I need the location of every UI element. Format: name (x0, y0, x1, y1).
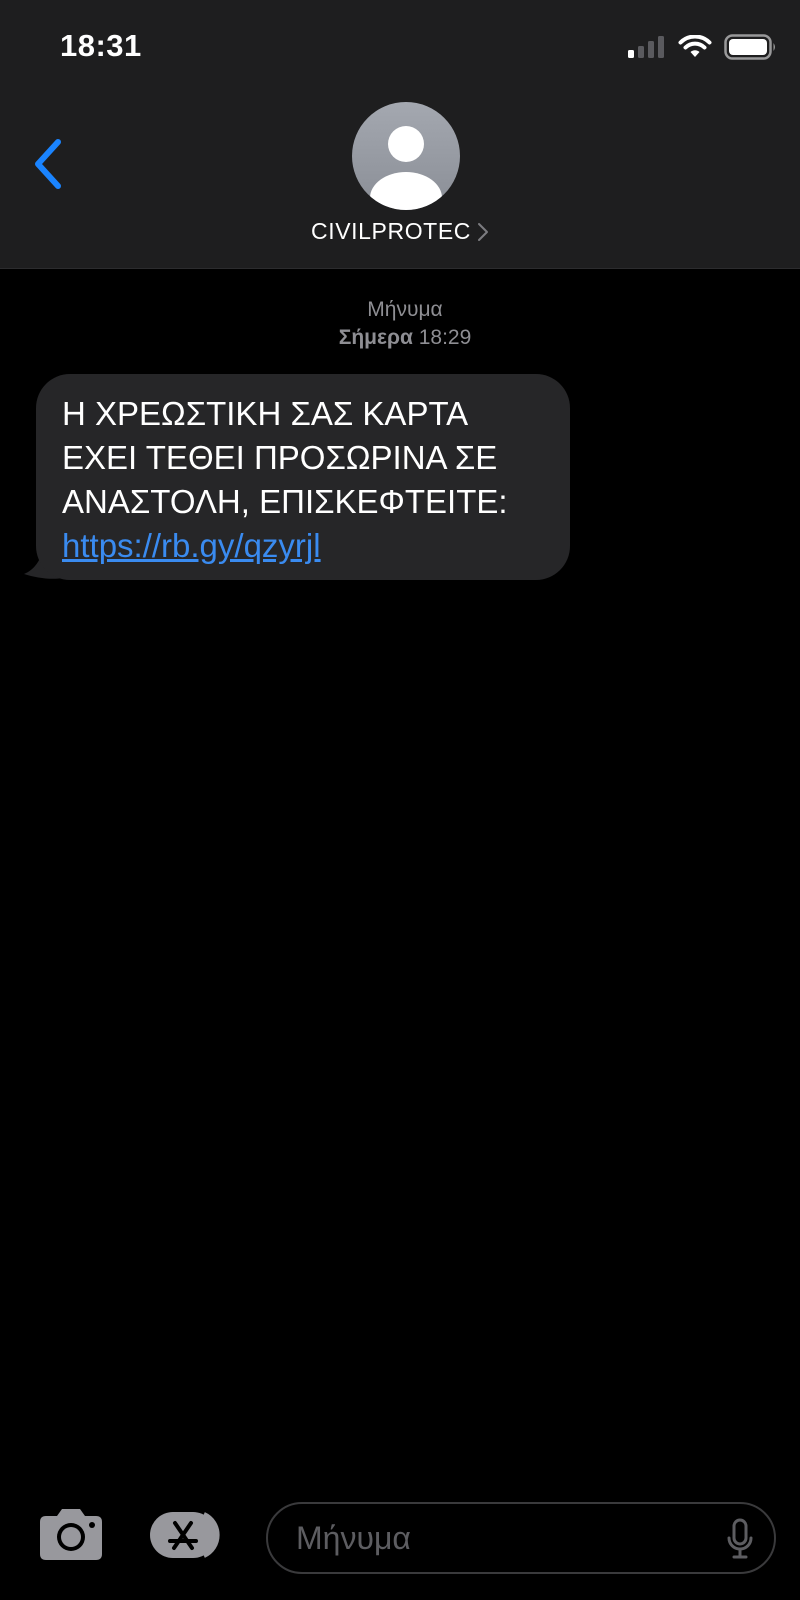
message-bubble[interactable]: Η ΧΡΕΩΣΤΙΚΗ ΣΑΣ ΚΑΡΤΑ ΕΧΕΙ ΤΕΘΕΙ ΠΡΟΣΩΡΙ… (36, 374, 570, 580)
back-button[interactable] (28, 136, 72, 192)
message-meta: Μήνυμα Σήμερα 18:29 (0, 296, 800, 352)
avatar-person-icon (370, 126, 442, 210)
message-input[interactable]: Μήνυμα (266, 1502, 776, 1574)
message-text: Η ΧΡΕΩΣΤΙΚΗ ΣΑΣ ΚΑΡΤΑ ΕΧΕΙ ΤΕΘΕΙ ΠΡΟΣΩΡΙ… (62, 395, 508, 520)
message-timestamp: Σήμερα 18:29 (0, 324, 800, 352)
camera-button[interactable] (38, 1506, 104, 1562)
conversation-header: 18:31 CIVILPROTEC (0, 0, 800, 269)
contact-name-button[interactable]: CIVILPROTEC (0, 218, 800, 245)
avatar[interactable] (352, 102, 460, 210)
message-service-label: Μήνυμα (367, 298, 443, 321)
status-time: 18:31 (60, 28, 142, 63)
app-store-icon (150, 1512, 220, 1558)
contact-name: CIVILPROTEC (311, 218, 471, 244)
message-input-placeholder: Μήνυμα (296, 1520, 411, 1556)
battery-icon (724, 34, 775, 60)
microphone-icon[interactable] (726, 1518, 754, 1560)
wifi-icon (678, 35, 712, 57)
back-chevron-icon (35, 139, 61, 189)
cellular-signal-icon (628, 36, 664, 58)
message-time: 18:29 (418, 326, 472, 349)
status-icons (628, 34, 778, 60)
messages-screen: 18:31 CIVILPROTEC Μήνυμα Σήμερα 18:29 Η … (0, 0, 800, 1600)
message-day: Σήμερα (338, 326, 413, 349)
camera-icon (40, 1509, 102, 1560)
app-store-button[interactable] (148, 1510, 230, 1560)
message-link[interactable]: https://rb.gy/qzyrjl (62, 524, 544, 568)
chevron-right-icon (477, 222, 489, 242)
